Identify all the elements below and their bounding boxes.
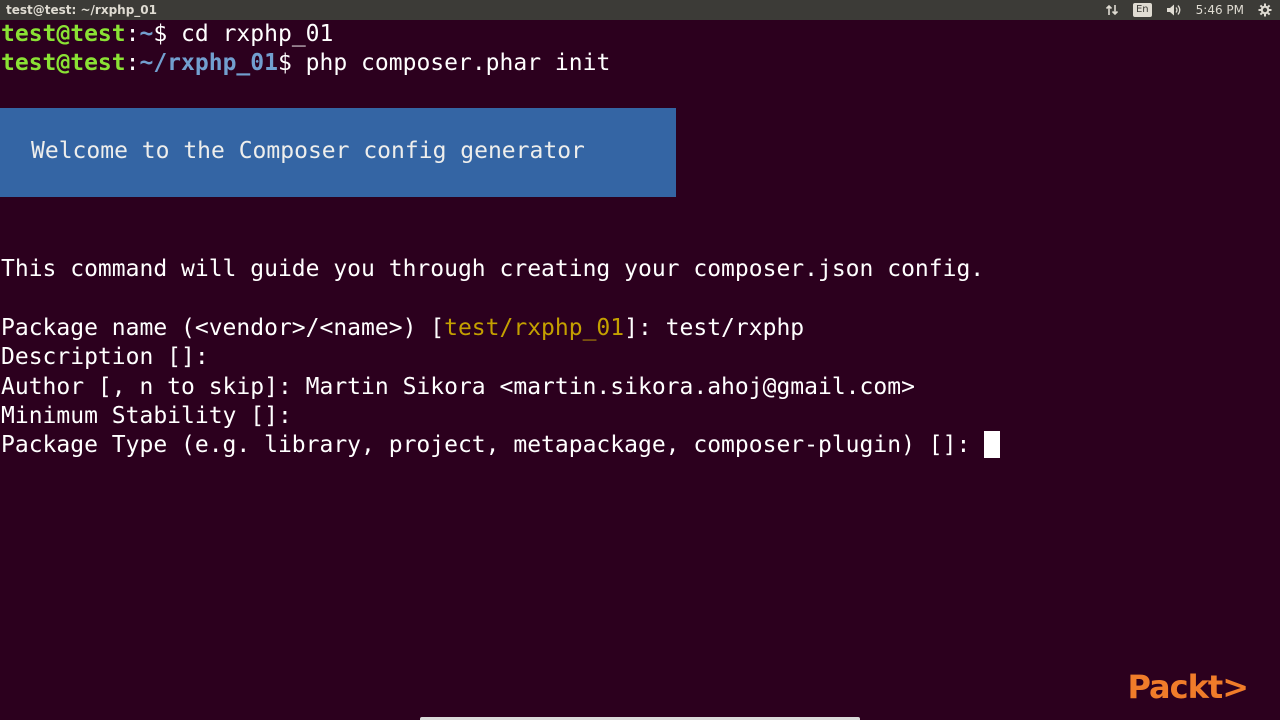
prompt-separator: :: [125, 50, 140, 77]
package-type-prompt[interactable]: Package Type (e.g. library, project, met…: [1, 431, 1001, 460]
system-tray: En 5:46 PM: [1105, 3, 1280, 17]
prompt-path: ~/rxphp_01: [139, 50, 278, 77]
volume-icon[interactable]: [1166, 3, 1182, 17]
package-name-suffix: ]:: [624, 315, 666, 341]
welcome-banner: Welcome to the Composer config generator: [0, 108, 676, 197]
command-line-2: test@test:~/rxphp_01$ php composer.phar …: [1, 49, 610, 78]
author-prompt: Author [, n to skip]: Martin Sikora <mar…: [1, 373, 915, 400]
intro-text: This command will guide you through crea…: [1, 256, 985, 282]
window-title: test@test: ~/rxphp_01: [6, 3, 158, 17]
package-name-prompt: Package name (<vendor>/<name>) [test/rxp…: [1, 314, 804, 343]
welcome-banner-text: Welcome to the Composer config generator: [31, 138, 585, 164]
package-type-label: Package Type (e.g. library, project, met…: [1, 432, 985, 459]
package-name-default: test/rxphp_01: [444, 315, 625, 341]
command-text: php composer.phar init: [305, 50, 611, 77]
prompt-separator: :: [125, 21, 140, 47]
minimum-stability-prompt: Minimum Stability []:: [1, 402, 292, 429]
prompt-user: test@test: [1, 21, 126, 47]
prompt-user: test@test: [1, 50, 126, 77]
keyboard-icon[interactable]: En: [1132, 3, 1152, 17]
prompt-path: ~: [139, 21, 154, 47]
system-top-bar: test@test: ~/rxphp_01 En 5:46 PM: [0, 0, 1280, 20]
clock[interactable]: 5:46 PM: [1196, 3, 1244, 17]
command-text: cd rxphp_01: [181, 21, 334, 47]
package-name-label: Package name (<vendor>/<name>) [: [1, 315, 445, 341]
terminal-output[interactable]: test@test:~$ cd rxphp_01 test@test:~/rxp…: [0, 20, 1280, 720]
prompt-symbol: $: [153, 21, 182, 47]
command-line-1: test@test:~$ cd rxphp_01: [1, 20, 333, 49]
text-cursor: [984, 431, 1001, 459]
network-icon[interactable]: [1105, 3, 1119, 17]
gear-icon[interactable]: [1258, 3, 1272, 17]
description-prompt: Description []:: [1, 344, 209, 371]
prompt-symbol: $: [277, 50, 306, 77]
packt-logo: Packt>: [1127, 668, 1249, 706]
package-name-value: test/rxphp: [665, 315, 805, 341]
